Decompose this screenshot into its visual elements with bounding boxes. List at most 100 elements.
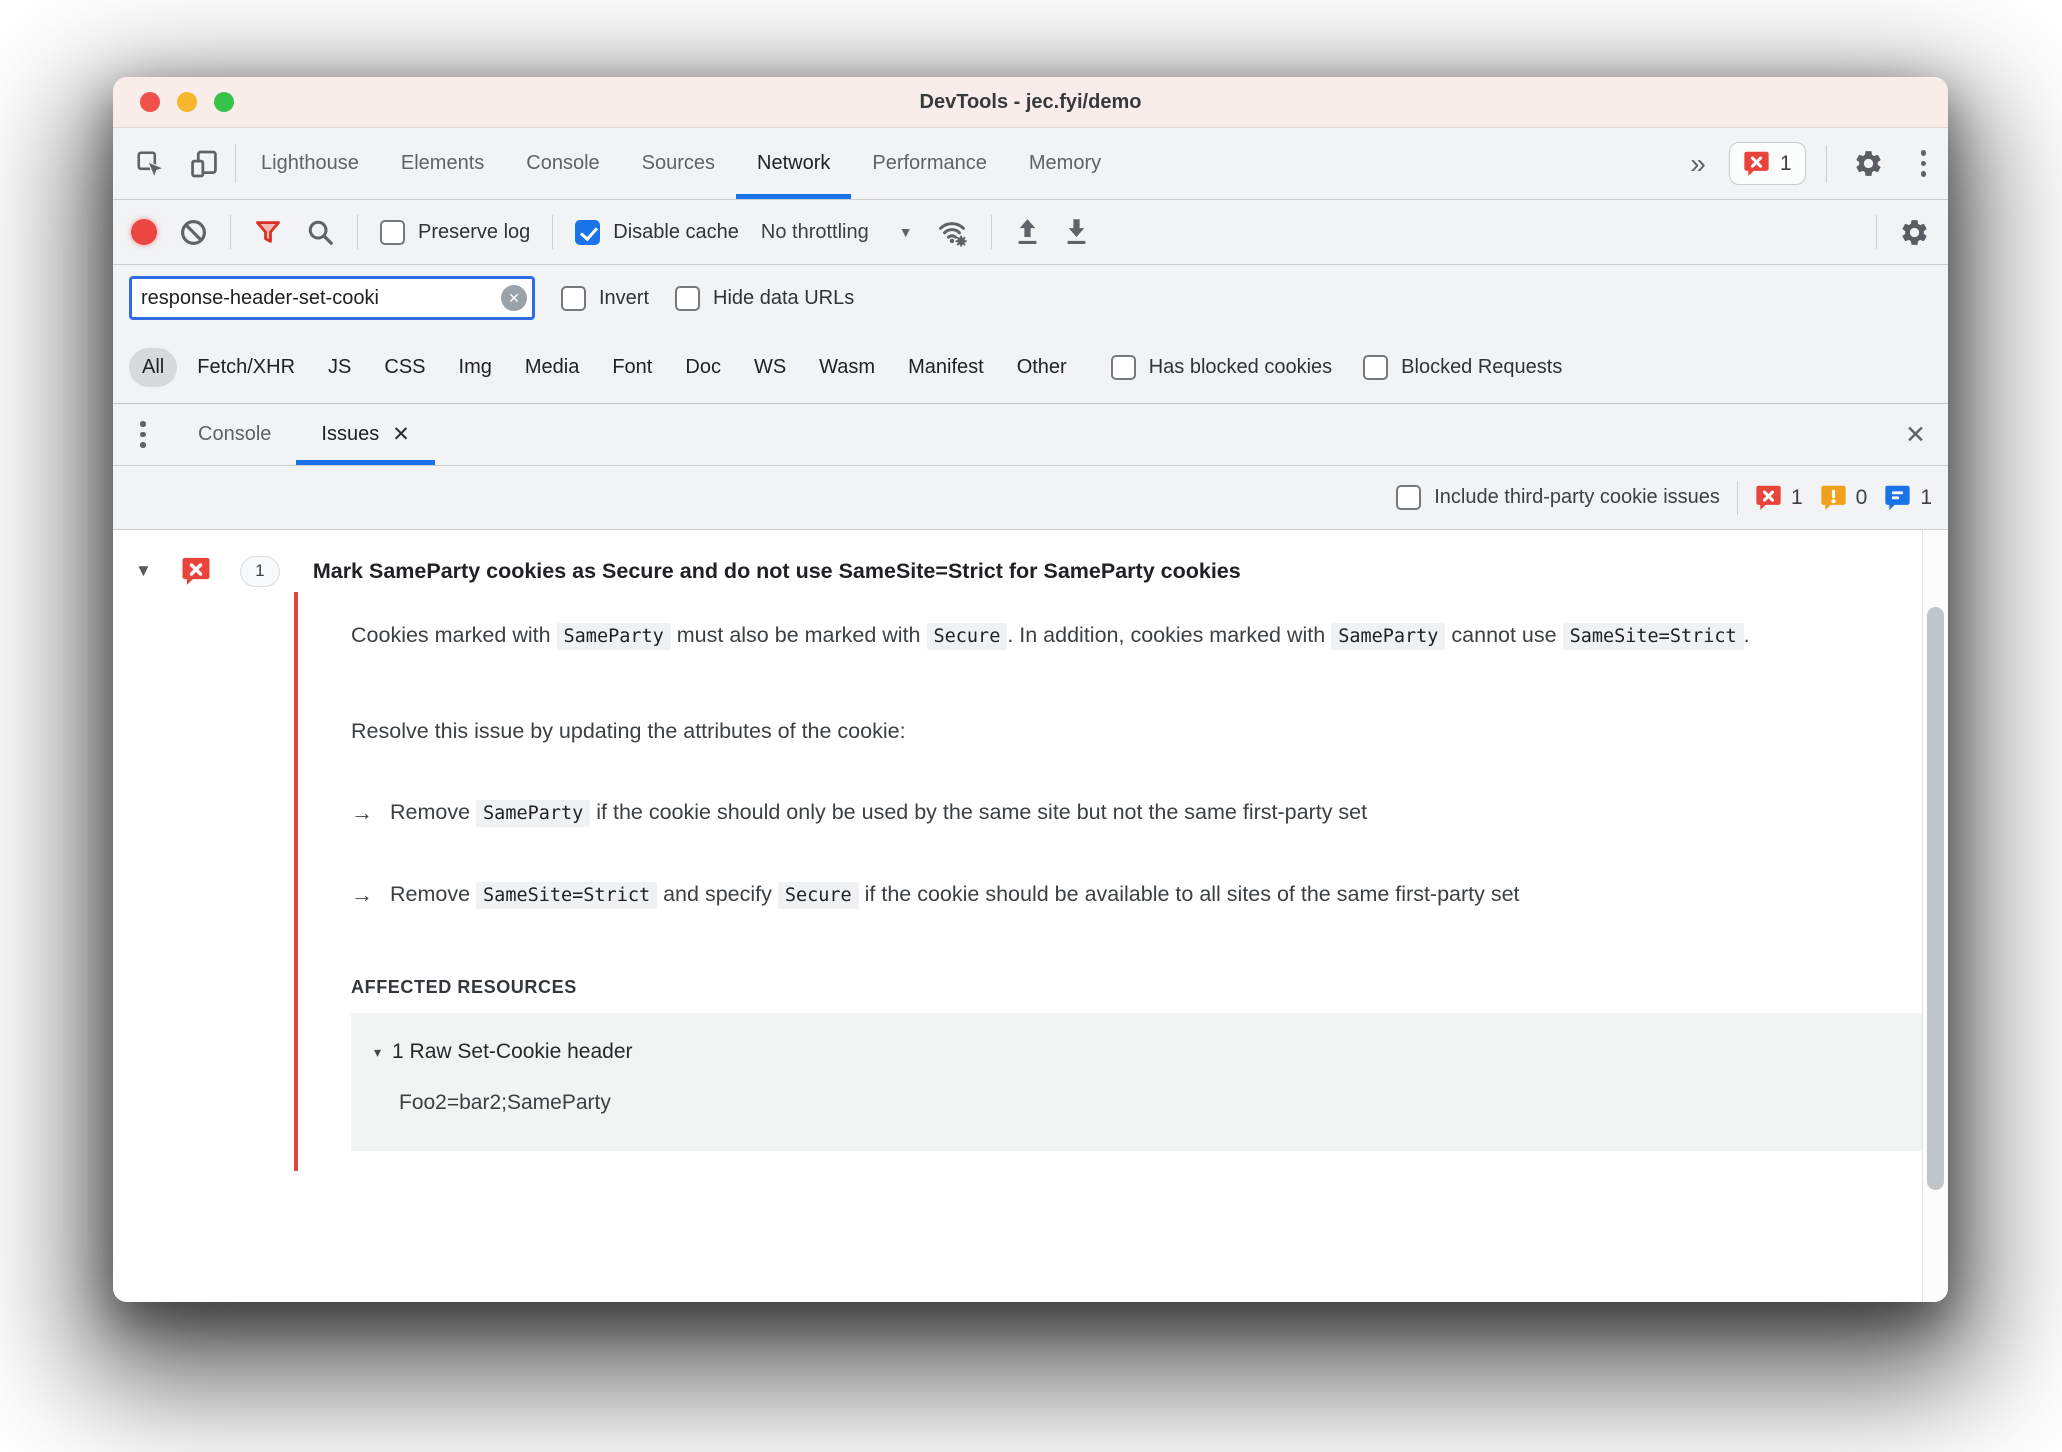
device-toolbar-icon	[191, 150, 217, 177]
drawer-tab-console[interactable]: Console	[173, 404, 296, 465]
resource-value: Foo2=bar2;SameParty	[399, 1091, 611, 1114]
affected-resources-box: ▾ 1 Raw Set-Cookie header Foo2=bar2;Same…	[351, 1013, 1948, 1151]
type-filter-manifest[interactable]: Manifest	[895, 348, 997, 387]
issue-bullet: → Remove SameParty if the cookie should …	[351, 785, 1895, 841]
error-count-group: 1	[1755, 484, 1803, 511]
blocked-requests-label: Blocked Requests	[1401, 355, 1563, 378]
issue-expander-icon[interactable]: ▼	[135, 561, 152, 581]
type-filter-all[interactable]: All	[129, 347, 178, 387]
issues-panel-content: ▼ 1 Mark SameParty cookies as Secure and…	[113, 530, 1948, 1302]
more-options-button[interactable]	[1911, 150, 1937, 177]
resource-group-toggle[interactable]: ▾ 1 Raw Set-Cookie header	[374, 1040, 1948, 1064]
issue-resolve-text: Resolve this issue by updating the attri…	[351, 719, 906, 743]
download-icon	[1067, 219, 1085, 244]
divider	[1825, 144, 1827, 183]
type-filter-fetch-xhr[interactable]: Fetch/XHR	[184, 348, 308, 387]
throttling-value: No throttling	[760, 220, 869, 243]
include-third-party-control[interactable]: Include third-party cookie issues	[1396, 485, 1720, 510]
device-toolbar-button[interactable]	[177, 128, 231, 199]
divider	[552, 215, 554, 249]
invert-control[interactable]: Invert	[561, 285, 650, 311]
disable-cache-checkbox[interactable]	[575, 219, 601, 245]
close-window-button[interactable]	[140, 92, 160, 112]
resource-type-filters: All Fetch/XHR JS CSS Img Media Font Doc …	[113, 331, 1948, 403]
throttling-select[interactable]: No throttling ▼	[761, 221, 913, 244]
error-bubble-icon	[1756, 485, 1781, 510]
clear-filter-button[interactable]: ✕	[501, 285, 527, 311]
has-blocked-cookies-checkbox[interactable]	[1110, 354, 1136, 380]
tab-elements[interactable]: Elements	[380, 128, 505, 199]
settings-button[interactable]	[1847, 148, 1891, 179]
type-filter-ws[interactable]: WS	[741, 348, 799, 387]
tab-network[interactable]: Network	[736, 128, 852, 199]
minimize-window-button[interactable]	[177, 92, 197, 112]
tab-memory[interactable]: Memory	[1008, 128, 1122, 199]
traffic-lights	[140, 77, 234, 127]
preserve-log-control[interactable]: Preserve log	[380, 219, 530, 245]
invert-label: Invert	[599, 286, 650, 309]
blocked-requests-checkbox[interactable]	[1363, 354, 1389, 380]
filter-input-wrapper: ✕	[129, 276, 535, 320]
tabbar-right-controls: » 1	[1684, 128, 1936, 199]
hide-data-urls-control[interactable]: Hide data URLs	[675, 285, 854, 311]
warning-count-group: 0	[1820, 484, 1867, 511]
has-blocked-cookies-label: Has blocked cookies	[1148, 355, 1333, 378]
issue-count-badge: 1	[239, 555, 280, 587]
error-count: 1	[1790, 485, 1803, 509]
devtools-window: DevTools - jec.fyi/demo Lighthouse Eleme…	[113, 77, 1948, 1302]
issues-toolbar: Include third-party cookie issues 1 0 1	[113, 466, 1948, 530]
record-network-log-button[interactable]	[131, 219, 157, 245]
issue-title: Mark SameParty cookies as Secure and do …	[312, 558, 1241, 583]
type-filter-css[interactable]: CSS	[371, 348, 438, 387]
affected-resources-heading: AFFECTED RESOURCES	[351, 977, 577, 997]
more-tabs-button[interactable]: »	[1684, 148, 1709, 180]
disable-cache-control[interactable]: Disable cache	[575, 219, 739, 245]
type-filter-media[interactable]: Media	[512, 348, 592, 387]
tab-lighthouse[interactable]: Lighthouse	[240, 128, 380, 199]
search-icon	[308, 220, 333, 245]
issues-counter-button[interactable]: 1	[1728, 142, 1806, 185]
resource-expander-icon: ▾	[374, 1043, 382, 1060]
invert-checkbox[interactable]	[561, 285, 586, 311]
tab-sources[interactable]: Sources	[621, 128, 736, 199]
tab-console[interactable]: Console	[505, 128, 620, 199]
tab-performance[interactable]: Performance	[851, 128, 1008, 199]
zoom-window-button[interactable]	[214, 92, 234, 112]
type-filter-font[interactable]: Font	[599, 348, 665, 387]
close-drawer-button[interactable]: ✕	[1883, 420, 1948, 450]
scrollbar-thumb[interactable]	[1927, 607, 1944, 1190]
export-har-button[interactable]	[1063, 217, 1090, 247]
scrollbar-track[interactable]	[1922, 530, 1948, 1302]
hide-data-urls-checkbox[interactable]	[675, 285, 701, 311]
issues-counter-count: 1	[1779, 151, 1792, 175]
inspect-element-button[interactable]	[123, 128, 177, 199]
filter-toggle-button[interactable]	[253, 217, 283, 247]
preserve-log-checkbox[interactable]	[380, 219, 405, 245]
type-filter-wasm[interactable]: Wasm	[806, 348, 888, 387]
issue-bullet: → Remove SameSite=Strict and specify Sec…	[351, 867, 1895, 923]
clear-network-log-button[interactable]	[179, 218, 208, 247]
divider	[1736, 480, 1738, 515]
network-settings-button[interactable]	[1899, 217, 1930, 248]
close-issues-tab-button[interactable]: ✕	[392, 422, 410, 447]
import-har-button[interactable]	[1014, 217, 1041, 247]
type-filter-js[interactable]: JS	[315, 348, 364, 387]
drawer-menu-button[interactable]	[113, 404, 173, 465]
filter-input[interactable]	[141, 286, 515, 310]
type-filter-img[interactable]: Img	[446, 348, 505, 387]
has-blocked-cookies-control[interactable]: Has blocked cookies	[1110, 354, 1333, 380]
blocked-requests-control[interactable]: Blocked Requests	[1363, 354, 1563, 380]
issue-header[interactable]: ▼ 1 Mark SameParty cookies as Secure and…	[135, 550, 1948, 592]
type-filter-doc[interactable]: Doc	[672, 348, 734, 387]
error-bubble-icon	[182, 557, 210, 585]
main-tabbar: Lighthouse Elements Console Sources Netw…	[113, 128, 1948, 200]
type-filter-other[interactable]: Other	[1004, 348, 1080, 387]
network-conditions-button[interactable]	[935, 215, 969, 249]
network-conditions-icon	[938, 222, 967, 247]
search-network-button[interactable]	[305, 217, 335, 247]
clear-icon	[181, 219, 206, 245]
include-third-party-checkbox[interactable]	[1396, 485, 1422, 510]
arrow-right-icon: →	[351, 800, 373, 825]
drawer-tab-issues[interactable]: Issues ✕	[296, 404, 435, 465]
info-count: 1	[1920, 485, 1932, 509]
